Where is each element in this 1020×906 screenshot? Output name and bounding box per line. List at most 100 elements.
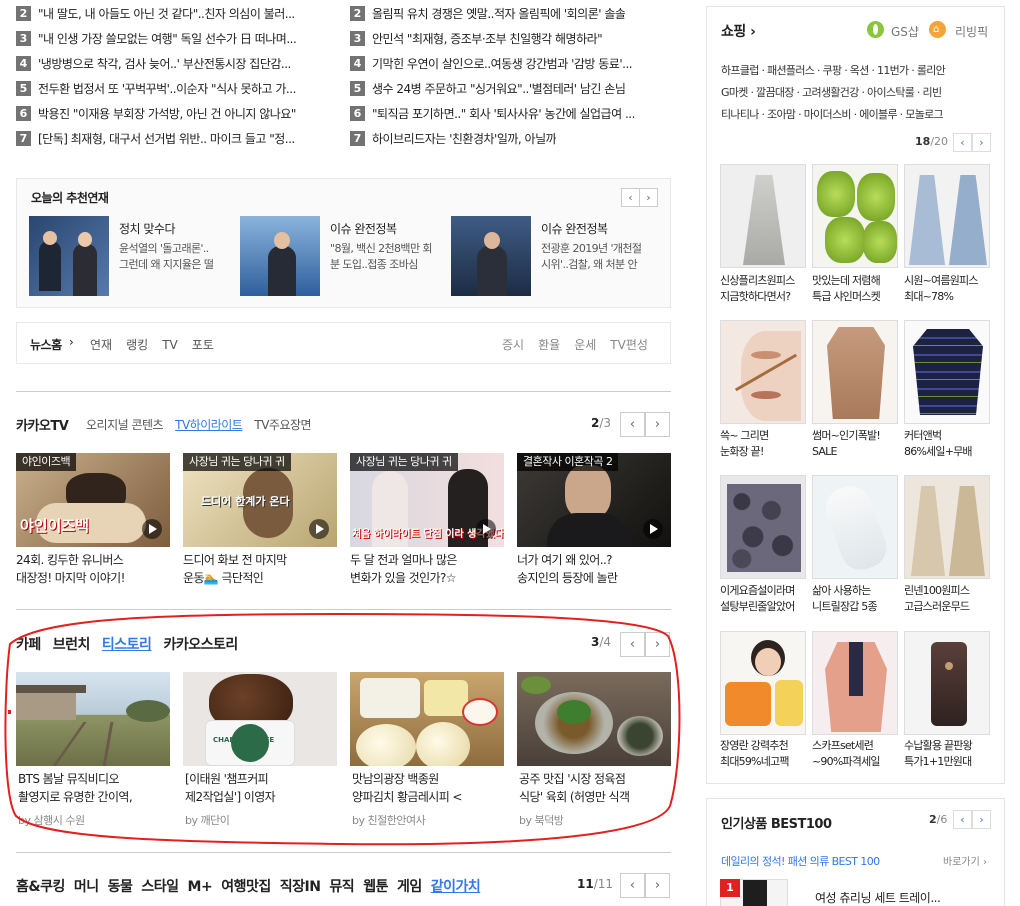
living-pick-link[interactable]: 리빙픽 <box>955 23 988 40</box>
shop-item-image-5[interactable] <box>812 320 898 424</box>
news-nav-right-item-2[interactable]: 운세 <box>574 338 596 352</box>
recommend-thumb-2[interactable] <box>240 216 320 296</box>
shop-item-caption[interactable]: 눈화장 끝! <box>720 444 806 460</box>
kakaotv-tab-0[interactable]: 오리지널 콘텐츠 <box>86 418 164 432</box>
kakaotv-prev-button[interactable]: ‹ <box>620 412 645 437</box>
ranking-item[interactable]: 4 기막힌 우연이 살인으로..여동생 강간범과 '감방 동료'... <box>350 51 670 76</box>
shop-item-image-10[interactable] <box>720 631 806 735</box>
ranking-headline[interactable]: "내 인생 가장 쓸모없는 여행" 독일 선수가 日 떠나며... <box>38 30 296 47</box>
recommend-item-title[interactable]: 이슈 완전정복 <box>541 220 608 237</box>
shop-item-caption[interactable]: 니트릴장갑 5종 <box>812 599 898 615</box>
video-caption[interactable]: 송지인의 등장에 놀란 <box>517 569 671 587</box>
news-nav-item-2[interactable]: TV <box>162 338 178 352</box>
shop-item-caption[interactable]: 장영란 강력추천 <box>720 738 806 754</box>
category-tab-3[interactable]: 스타일 <box>141 879 179 895</box>
ranking-item[interactable]: 7 [단독] 최재형, 대구서 선거법 위반.. 마이크 들고 "정... <box>16 126 336 151</box>
category-tab-10[interactable]: 같이가치 <box>431 879 481 895</box>
recommend-next-button[interactable]: › <box>639 188 658 207</box>
ranking-headline[interactable]: "퇴직금 포기하면.." 회사 '퇴사사유' 농간에 실업급여 ... <box>372 105 635 122</box>
shopping-mall-link-line[interactable]: 하프클럽 · 패션플러스 · 쿠팡 · 옥션 · 11번가 · 롤리안 <box>721 62 996 78</box>
shop-item-image-6[interactable] <box>904 320 990 424</box>
shop-item-image-1[interactable] <box>720 164 806 268</box>
ranking-headline[interactable]: 생수 24병 주문하고 "싱거워요"..'별점테러' 남긴 손님 <box>372 80 625 97</box>
best100-more-link[interactable]: 바로가기 › <box>943 853 987 868</box>
ranking-item[interactable]: 6 "퇴직금 포기하면.." 회사 '퇴사사유' 농간에 실업급여 ... <box>350 101 670 126</box>
news-nav-item-3[interactable]: 포토 <box>192 338 214 352</box>
shopping-title[interactable]: 쇼핑 › <box>721 21 756 41</box>
recommend-item-title[interactable]: 정치 맞수다 <box>119 220 176 237</box>
shop-item-caption[interactable]: 삶아 사용하는 <box>812 583 898 599</box>
best100-item-title[interactable]: 여성 츄리닝 세트 트레이... <box>815 889 941 906</box>
ranking-item[interactable]: 4 '냉방병으로 착각, 검사 늦어..' 부산전통시장 집단감... <box>16 51 336 76</box>
shop-item-caption[interactable]: 쓱~ 그리면 <box>720 428 806 444</box>
shop-item-image-9[interactable] <box>904 475 990 579</box>
video-caption[interactable]: 드디어 화보 전 마지막 <box>183 551 337 569</box>
recommend-item-title[interactable]: 이슈 완전정복 <box>330 220 397 237</box>
shopping-mall-link-line[interactable]: G마켓 · 깔끔대장 · 고려생활건강 · 아이스탁룰 · 리빈 <box>721 84 996 100</box>
ranking-item[interactable]: 5 생수 24병 주문하고 "싱거워요"..'별점테러' 남긴 손님 <box>350 76 670 101</box>
video-caption[interactable]: 운동🏊 극단적인 <box>183 569 337 587</box>
category-tab-9[interactable]: 게임 <box>397 879 422 895</box>
best100-title[interactable]: 인기상품 BEST100 <box>721 813 832 832</box>
category-tab-7[interactable]: 뮤직 <box>329 879 354 895</box>
ranking-headline[interactable]: 안민석 "최재형, 증조부·조부 친일행각 해명하라" <box>372 30 602 47</box>
shop-item-caption[interactable]: 수납활용 끝판왕 <box>904 738 990 754</box>
ranking-item[interactable]: 3 안민석 "최재형, 증조부·조부 친일행각 해명하라" <box>350 26 670 51</box>
category-tab-8[interactable]: 웹툰 <box>363 879 388 895</box>
best100-next-button[interactable]: › <box>972 810 991 829</box>
recommend-thumb-1[interactable] <box>29 216 109 296</box>
ranking-item[interactable]: 6 박용진 "이재용 부회장 가석방, 아닌 건 아니지 않나요" <box>16 101 336 126</box>
kakaotv-next-button[interactable]: › <box>645 412 670 437</box>
recommend-thumb-3[interactable] <box>451 216 531 296</box>
shop-item-image-11[interactable] <box>812 631 898 735</box>
category-next-button[interactable]: › <box>645 873 670 898</box>
shop-item-image-2[interactable] <box>812 164 898 268</box>
shop-item-image-4[interactable] <box>720 320 806 424</box>
news-nav-item-1[interactable]: 랭킹 <box>126 338 148 352</box>
video-caption[interactable]: 대장정! 마지막 이야기! <box>16 569 170 587</box>
shop-item-caption[interactable]: 스카프set세련 <box>812 738 898 754</box>
kakaotv-video-3[interactable]: 처음 하이라이트 단점 이라 생각했다 사장님 귀는 당나귀 귀 <box>350 453 504 547</box>
best100-subtitle[interactable]: 데일리의 정석! 패션 의류 BEST 100 <box>721 853 880 869</box>
kakaotv-video-4[interactable]: 결혼작사 이혼작곡 2 <box>517 453 671 547</box>
ranking-headline[interactable]: 올림픽 유치 경쟁은 옛말..적자 올림픽에 '회의론' 솔솔 <box>372 5 625 22</box>
category-tab-1[interactable]: 머니 <box>74 879 99 895</box>
ranking-item[interactable]: 7 하이브리드자는 '친환경차'일까, 아닐까 <box>350 126 670 151</box>
ranking-headline[interactable]: 전두환 법정서 또 '꾸벅꾸벅'..이순자 "식사 못하고 가... <box>38 80 296 97</box>
kakaotv-video-2[interactable]: 드디어 한계가 온다 사장님 귀는 당나귀 귀 <box>183 453 337 547</box>
kakaotv-title[interactable]: 카카오TV <box>16 415 69 434</box>
category-tab-5[interactable]: 여행맛집 <box>221 879 271 895</box>
shop-item-image-7[interactable] <box>720 475 806 579</box>
ranking-headline[interactable]: "내 딸도, 내 아들도 아닌 것 같다"..친자 의심이 불러... <box>38 5 295 22</box>
ranking-headline[interactable]: [단독] 최재형, 대구서 선거법 위반.. 마이크 들고 "정... <box>38 130 295 147</box>
shopping-prev-button[interactable]: ‹ <box>953 133 972 152</box>
ranking-item[interactable]: 2 올림픽 유치 경쟁은 옛말..적자 올림픽에 '회의론' 솔솔 <box>350 1 670 26</box>
shop-item-caption[interactable]: 최대59%네고팩 <box>720 754 806 770</box>
category-prev-button[interactable]: ‹ <box>620 873 645 898</box>
shop-item-caption[interactable]: 썸머~인기폭발! <box>812 428 898 444</box>
shop-item-caption[interactable]: 시원~여름원피스 <box>904 273 990 289</box>
ranking-item[interactable]: 5 전두환 법정서 또 '꾸벅꾸벅'..이순자 "식사 못하고 가... <box>16 76 336 101</box>
recommend-prev-button[interactable]: ‹ <box>621 188 640 207</box>
category-tab-6[interactable]: 직장IN <box>280 879 321 895</box>
news-home-link[interactable]: 뉴스홈 <box>30 336 62 353</box>
shop-item-caption[interactable]: 커터앤벅 <box>904 428 990 444</box>
ranking-headline[interactable]: '냉방병으로 착각, 검사 늦어..' 부산전통시장 집단감... <box>38 55 291 72</box>
news-nav-right-item-3[interactable]: TV편성 <box>610 338 648 352</box>
ranking-item[interactable]: 2 "내 딸도, 내 아들도 아닌 것 같다"..친자 의심이 불러... <box>16 1 336 26</box>
shopping-mall-link-line[interactable]: 티나티나 · 조아맘 · 마이더스비 · 에이블루 · 모놀로그 <box>721 106 996 122</box>
category-tab-0[interactable]: 홈&쿠킹 <box>16 879 65 895</box>
shop-item-caption[interactable]: 신상플리츠원피스 <box>720 273 806 289</box>
shop-item-caption[interactable]: 맛있는데 저렴해 <box>812 273 898 289</box>
video-caption[interactable]: 두 달 전과 얼마나 많은 <box>350 551 504 569</box>
category-tab-2[interactable]: 동물 <box>108 879 133 895</box>
shopping-next-button[interactable]: › <box>972 133 991 152</box>
video-caption[interactable]: 너가 여기 왜 있어..? <box>517 551 671 569</box>
kakaotv-tab-1[interactable]: TV하이라이트 <box>175 418 243 432</box>
ranking-item[interactable]: 3 "내 인생 가장 쓸모없는 여행" 독일 선수가 日 떠나며... <box>16 26 336 51</box>
video-caption[interactable]: 변화가 있을 것인가?☆ <box>350 569 504 587</box>
shop-item-caption[interactable]: 설탕부린줄알았어 <box>720 599 806 615</box>
shop-item-caption[interactable]: 86%세일+무배 <box>904 444 990 460</box>
kakaotv-tab-2[interactable]: TV주요장면 <box>254 418 311 432</box>
best100-prev-button[interactable]: ‹ <box>953 810 972 829</box>
